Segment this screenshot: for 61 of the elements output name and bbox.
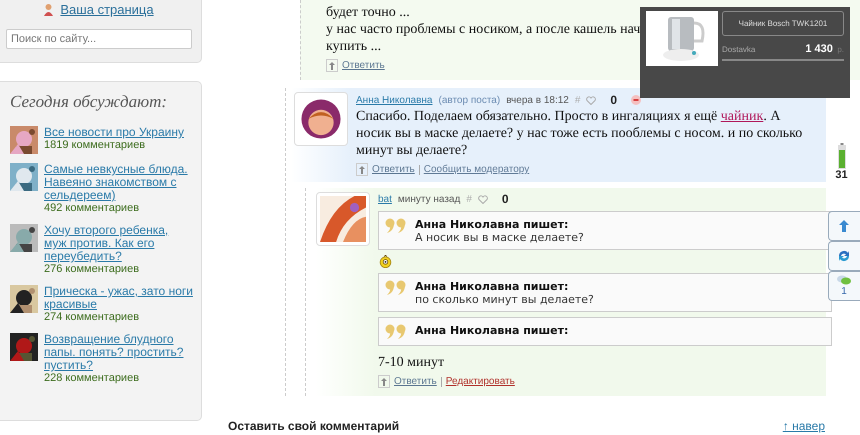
author-link[interactable]: Анна Николавна: [356, 94, 432, 106]
refresh-icon: [837, 249, 851, 263]
comments-button[interactable]: 1: [828, 271, 860, 301]
back-to-top-link[interactable]: ↑ навер: [782, 419, 825, 433]
quote-icon: [385, 218, 407, 234]
user-icon: [43, 3, 54, 16]
minus-icon[interactable]: [631, 95, 642, 105]
heart-icon[interactable]: [478, 194, 488, 204]
comment-count: 274 комментариев: [44, 311, 140, 324]
quote-text: по сколько минут вы делаете?: [415, 293, 594, 306]
comment-count: 492 комментариев: [44, 202, 140, 215]
topic-link[interactable]: Самые невкусные блюда. Навеяно знакомством с сельдереем): [44, 163, 193, 202]
quote-author: Анна Николавна пишет:: [415, 324, 568, 337]
author-link[interactable]: bat: [378, 194, 392, 204]
smiley-icon: [378, 255, 393, 268]
heart-icon[interactable]: [586, 96, 596, 104]
quote-icon: [385, 280, 407, 296]
comment-text: Спасибо. Поделаем обязательно. Просто в ингаляциях я ещё чайник. А носик вы в маске делаете? у нас тоже есть пооблемы с носом. и по сколько минут вы делаете?: [356, 108, 804, 159]
report-link[interactable]: Сообщить модератору: [424, 164, 530, 175]
panel-title: Сегодня обсуждают:: [10, 92, 168, 112]
comment-count: 276 комментариев: [44, 263, 140, 276]
quote-text: А носик вы в маске делаете?: [415, 231, 584, 244]
arrow-up-icon[interactable]: [356, 163, 368, 176]
profile-link[interactable]: Ваша страница: [60, 2, 154, 17]
reply-link[interactable]: Ответить: [342, 60, 385, 71]
arrow-up-icon: [839, 220, 849, 232]
topic-link[interactable]: Хочу второго ребенка, муж против. Как его переубедить?: [44, 224, 193, 263]
comment-text: у нас часто проблемы с носиком, а после кашель нач: [326, 21, 640, 38]
scroll-up-button[interactable]: [828, 211, 860, 241]
battery-reading: 31: [835, 169, 848, 181]
chat-bubbles-icon: [837, 275, 851, 286]
section-title: Оставить свой комментарий: [228, 419, 400, 433]
vote-count: 0: [502, 192, 509, 206]
comment-time: вчера в 18:12: [506, 94, 569, 106]
topic-link[interactable]: Прическа - ужас, зато ноги красивые: [44, 285, 193, 311]
edit-link[interactable]: Редактировать: [446, 376, 515, 387]
author-role: (автор поста): [438, 94, 500, 106]
comment-time: минуту назад: [398, 194, 460, 204]
topic-link[interactable]: Возвращение блудного папы. понять? простить? пустить?: [44, 333, 193, 372]
search-field[interactable]: Поиск по сайту...: [6, 29, 192, 49]
battery-icon: [838, 143, 846, 169]
comment-text: купить ...: [326, 38, 382, 55]
comment-text: будет точно ...: [326, 4, 410, 21]
product-price: 1 430: [805, 43, 833, 55]
quote-author: Анна Николавна пишет:: [415, 280, 570, 293]
shop-name: Dostavka: [722, 45, 756, 54]
topic-link[interactable]: Все новости про Украину: [44, 126, 184, 139]
reply-link[interactable]: Ответить: [394, 376, 437, 387]
permalink[interactable]: #: [466, 194, 472, 204]
quote-author: Анна Николавна пишет:: [415, 218, 570, 231]
comment-count: 1819 комментариев: [44, 139, 146, 152]
arrow-up-icon[interactable]: [378, 375, 390, 388]
quote-icon: [385, 324, 407, 340]
vote-count: 0: [610, 93, 618, 107]
comment-text: 7-10 минут: [378, 354, 444, 371]
arrow-up-icon[interactable]: [326, 59, 338, 72]
comment-count: 228 комментариев: [44, 372, 140, 385]
refresh-button[interactable]: [828, 241, 860, 271]
product-name[interactable]: Чайник Bosch TWK1201: [722, 11, 844, 36]
product-link[interactable]: чайник: [720, 109, 764, 124]
reply-link[interactable]: Ответить: [372, 164, 415, 175]
